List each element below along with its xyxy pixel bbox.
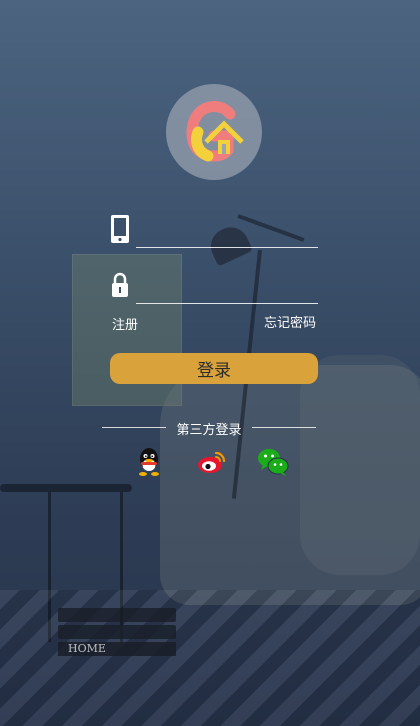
register-link[interactable]: 注册	[112, 314, 138, 333]
app-logo	[166, 84, 262, 180]
password-field-row	[110, 270, 318, 304]
phone-icon	[111, 215, 129, 243]
phone-input[interactable]	[136, 221, 318, 248]
weibo-icon[interactable]	[194, 444, 230, 480]
wechat-icon[interactable]	[255, 444, 291, 480]
book-home-label: HOME	[58, 642, 176, 656]
password-input[interactable]	[136, 277, 318, 304]
book	[58, 608, 176, 622]
side-table-top	[0, 484, 132, 492]
armchair	[160, 365, 420, 605]
logo-g-house-icon	[186, 101, 244, 162]
lock-icon	[112, 272, 128, 297]
book	[58, 625, 176, 639]
book-stack: HOME	[58, 608, 176, 674]
phone-field-row	[110, 214, 318, 248]
third-party-divider: 第三方登录	[102, 418, 316, 438]
forgot-password-link[interactable]: 忘记密码	[264, 312, 316, 331]
qq-icon[interactable]	[131, 444, 167, 480]
login-button[interactable]: 登录	[110, 353, 318, 384]
third-party-title: 第三方登录	[176, 423, 242, 438]
divider-line-right	[252, 427, 316, 428]
